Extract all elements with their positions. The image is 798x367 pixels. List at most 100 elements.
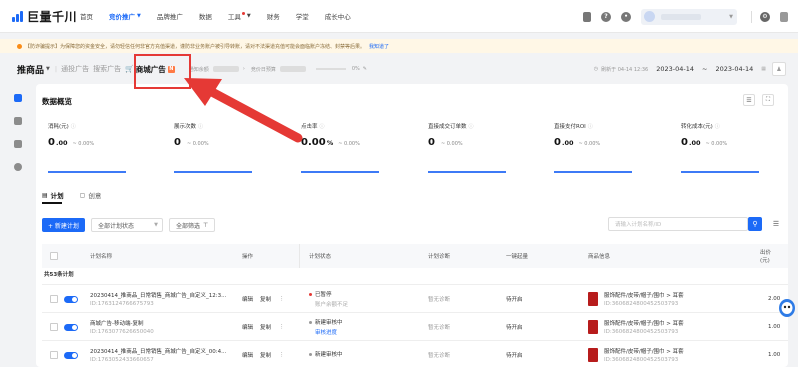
col-one-click-boost[interactable]: 一键起量 bbox=[506, 244, 528, 268]
tab-general-ads[interactable]: 通投广告 bbox=[61, 64, 89, 74]
copy-link[interactable]: 复制 bbox=[260, 351, 271, 359]
plan-id: ID:1763124766675793 bbox=[90, 301, 154, 307]
edit-link[interactable]: 编辑 bbox=[242, 323, 253, 331]
nav-bidding-promotion[interactable]: 竞价推广 ▼ bbox=[109, 0, 141, 33]
edit-link[interactable]: 编辑 bbox=[242, 351, 253, 359]
nav-brand-promotion[interactable]: 品牌推广 bbox=[157, 0, 183, 33]
col-plan-status[interactable]: 计划状态 bbox=[309, 244, 331, 268]
sparkline bbox=[428, 171, 506, 173]
nav-data[interactable]: 数据 bbox=[199, 0, 212, 33]
row-checkbox[interactable] bbox=[50, 313, 58, 341]
col-bid-price[interactable]: 出价 (元) bbox=[760, 244, 771, 268]
pencil-icon[interactable]: ✎ bbox=[363, 66, 367, 72]
metric-ctr[interactable]: 点击率 ⓘ 0.00 % ~ 0.00% bbox=[301, 122, 391, 149]
brand-name: 巨量千川 bbox=[27, 9, 78, 24]
plan-toggle[interactable] bbox=[64, 313, 78, 341]
date-start[interactable]: 2023-04-14 bbox=[656, 65, 694, 73]
budget-label: 竞价日预算 bbox=[250, 66, 276, 73]
chevron-down-icon[interactable]: ▼ bbox=[46, 66, 50, 72]
gear-icon[interactable]: ⚙ bbox=[760, 11, 770, 22]
metric-trend: ~ 0.00% bbox=[338, 141, 360, 147]
refresh-time: 刷新于 04-14 12:36 bbox=[601, 66, 649, 73]
overview-tools: ☰ ⛶ bbox=[736, 94, 774, 106]
metric-conversion-cost[interactable]: 转化成本(元) ⓘ 0.00 ~ 0.00% bbox=[681, 122, 771, 149]
mobile-icon[interactable] bbox=[583, 11, 591, 22]
tab-search-ads[interactable]: 搜索广告 bbox=[93, 64, 121, 74]
message-icon[interactable]: • bbox=[621, 11, 631, 22]
calendar-icon[interactable]: ▦ bbox=[761, 66, 766, 72]
plan-name[interactable]: 商城广告-移动端-复制 bbox=[90, 319, 154, 327]
data-overview-title: 数据概览 bbox=[42, 97, 72, 106]
metric-roi[interactable]: 直接支付ROI ⓘ 0.00 ~ 0.00% bbox=[554, 122, 644, 149]
metric-spend[interactable]: 消耗(元) ⓘ 0.00 ~ 0.00% bbox=[48, 122, 138, 149]
plan-icon: ▤ bbox=[42, 191, 48, 199]
plan-toggle[interactable] bbox=[64, 285, 78, 313]
plan-status-select[interactable]: 全部计划状态 ▼ bbox=[90, 218, 163, 232]
assistant-mascot-icon[interactable] bbox=[778, 296, 796, 318]
brand-logo[interactable]: 巨量千川 bbox=[12, 8, 80, 25]
nav-tools[interactable]: 工具 ▼ bbox=[228, 0, 251, 33]
copy-link[interactable]: 复制 bbox=[260, 295, 271, 303]
nav-finance[interactable]: 财务 bbox=[267, 0, 280, 33]
apps-grid-icon[interactable] bbox=[780, 11, 788, 22]
overview-icon[interactable] bbox=[14, 94, 22, 102]
row-checkbox[interactable] bbox=[50, 341, 58, 367]
date-end[interactable]: 2023-04-14 bbox=[715, 65, 753, 73]
tab-plans[interactable]: ▤ 计划 bbox=[42, 190, 64, 201]
edit-link[interactable]: 编辑 bbox=[242, 295, 253, 303]
product-info[interactable]: 服饰配件/皮带/帽子/围巾 > 耳套 ID:360682480045250379… bbox=[588, 341, 684, 367]
metric-value: 0 bbox=[428, 137, 435, 148]
metric-orders[interactable]: 直接成交订单数 ⓘ 0 ~ 0.00% bbox=[428, 122, 518, 149]
expand-icon[interactable]: ⛶ bbox=[762, 94, 774, 106]
col-plan-name[interactable]: 计划名称 bbox=[90, 244, 112, 268]
plan-name[interactable]: 20230414_推商品_日常销售_商城广告_自定义_00:4... bbox=[90, 347, 226, 355]
asset-icon[interactable] bbox=[14, 140, 22, 148]
notice-text: 【防诈骗提示】为保障您的资金安全，请勿轻信任何非官方充值渠道，谨防非业务账户被引… bbox=[25, 43, 366, 50]
table-toolbar: + 新建计划 全部计划状态 ▼ 全部筛选 ⊤ 请输入计划名称/ID ⚲ ☰ bbox=[42, 217, 782, 233]
product-info[interactable]: 服饰配件/皮带/帽子/围巾 > 耳套 ID:360682480045250379… bbox=[588, 285, 684, 313]
more-icon[interactable]: ⋮ bbox=[279, 296, 285, 302]
balance-meta: 通知余额 › 竞价日预算 0% ✎ bbox=[189, 66, 367, 73]
chevron-down-icon: ▼ bbox=[154, 222, 158, 228]
metric-label: 直接支付ROI bbox=[554, 124, 586, 130]
nav-growth-center[interactable]: 成长中心 bbox=[325, 0, 351, 33]
select-all-checkbox[interactable] bbox=[50, 244, 58, 268]
account-switcher[interactable]: ▼ bbox=[641, 8, 737, 25]
table-row[interactable]: 商城广告-移动端-复制 ID:1763077626650040 编辑 复制 ⋮ … bbox=[42, 312, 788, 340]
settings-icon[interactable]: ☰ bbox=[743, 94, 755, 106]
nav-academy[interactable]: 学堂 bbox=[296, 0, 309, 33]
logo-bars-icon bbox=[12, 10, 23, 22]
more-icon[interactable]: ⋮ bbox=[279, 352, 285, 358]
metric-impressions[interactable]: 展示次数 ⓘ 0 ~ 0.00% bbox=[174, 122, 264, 149]
new-plan-button[interactable]: + 新建计划 bbox=[42, 218, 85, 232]
row-checkbox[interactable] bbox=[50, 285, 58, 313]
review-progress-link[interactable]: 审核进度 bbox=[309, 328, 343, 336]
column-settings-icon[interactable]: ☰ bbox=[770, 217, 782, 231]
warning-icon bbox=[17, 43, 22, 49]
nav-home[interactable]: 首页 bbox=[80, 0, 93, 33]
col-diagnosis[interactable]: 计划诊断 bbox=[428, 244, 450, 268]
search-input[interactable]: 请输入计划名称/ID bbox=[608, 217, 748, 231]
status-dot bbox=[309, 320, 312, 324]
bell-icon[interactable]: ♟ bbox=[772, 62, 786, 76]
plan-toggle[interactable] bbox=[64, 341, 78, 367]
copy-link[interactable]: 复制 bbox=[260, 323, 271, 331]
user-icon[interactable] bbox=[14, 163, 22, 171]
metric-decimals: .00 bbox=[561, 139, 574, 147]
filter-button[interactable]: 全部筛选 ⊤ bbox=[168, 218, 215, 232]
product-info[interactable]: 服饰配件/皮带/帽子/围巾 > 耳套 ID:360682480045250379… bbox=[588, 313, 684, 341]
blurred-value bbox=[279, 66, 306, 72]
page-title[interactable]: 推商品 bbox=[17, 63, 44, 76]
table-row[interactable]: 20230414_推商品_日常销售_商城广告_自定义_12:3... ID:17… bbox=[42, 284, 788, 312]
folder-icon[interactable] bbox=[14, 117, 22, 125]
plan-name[interactable]: 20230414_推商品_日常销售_商城广告_自定义_12:3... bbox=[90, 291, 226, 299]
help-icon[interactable]: ? bbox=[601, 11, 611, 22]
table-row[interactable]: 20230414_推商品_日常销售_商城广告_自定义_00:4... ID:17… bbox=[42, 340, 788, 367]
more-icon[interactable]: ⋮ bbox=[279, 324, 285, 330]
clock-icon: ◷ bbox=[593, 66, 599, 72]
search-icon[interactable]: ⚲ bbox=[748, 217, 762, 231]
notice-dismiss-link[interactable]: 我知道了 bbox=[369, 43, 389, 50]
help-icon: ⓘ bbox=[198, 123, 204, 130]
tab-creatives[interactable]: ▢ 创意 bbox=[80, 190, 102, 201]
metric-decimals: .00 bbox=[688, 139, 701, 147]
